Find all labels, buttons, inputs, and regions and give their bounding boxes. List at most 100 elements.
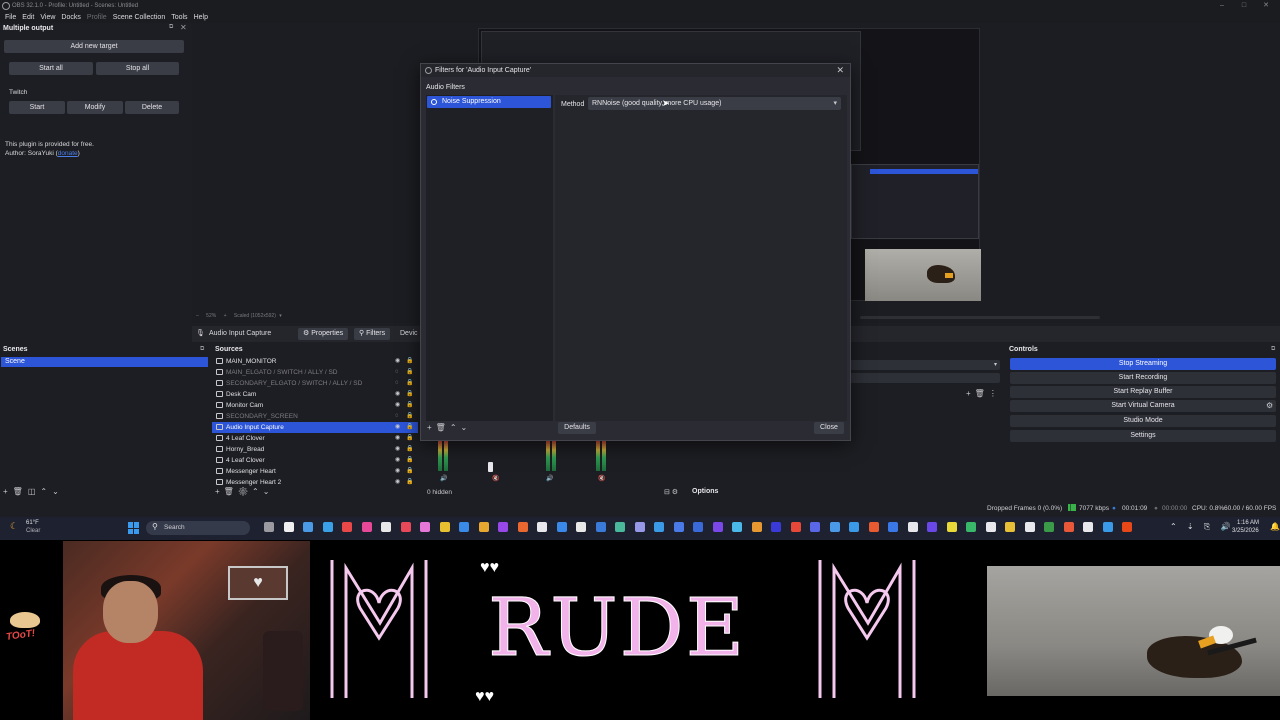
start-recording-button[interactable]: Start Recording (1010, 372, 1276, 384)
taskbar-app-icon[interactable] (1063, 522, 1074, 532)
menu-edit[interactable]: Edit (19, 12, 37, 23)
visibility-eye-icon[interactable]: ◉ (395, 433, 400, 444)
lock-icon[interactable]: 🔒 (406, 455, 413, 466)
float-dock-icon[interactable]: ⧉ (169, 24, 173, 31)
scale-dropdown-icon[interactable]: ▾ (279, 313, 282, 319)
menu-profile[interactable]: Profile (84, 12, 110, 23)
taskbar-app-icon[interactable] (283, 522, 294, 532)
close-window-icon[interactable]: ✕ (1254, 0, 1278, 12)
close-button[interactable]: Close (814, 422, 844, 434)
taskbar-app-icon[interactable] (303, 522, 313, 532)
scaled-label[interactable]: Scaled (1052x592) (234, 313, 276, 319)
target-modify-button[interactable]: Modify (67, 101, 123, 114)
source-row[interactable]: MAIN_ELGATO / SWITCH / ALLY / SD ◌ 🔒 (212, 367, 418, 378)
scenes-float-icon[interactable]: ⧉ (200, 346, 204, 353)
taskbar-app-icon[interactable] (439, 522, 450, 532)
eye-icon[interactable] (431, 99, 437, 105)
dialog-close-icon[interactable]: ✕ (836, 64, 844, 77)
muted-icon[interactable]: 🔇 (492, 475, 499, 482)
scene-down-icon[interactable]: ⌄ (52, 487, 64, 496)
menu-help[interactable]: Help (191, 12, 211, 23)
system-tray[interactable]: ⌃ ⇣ ⎘ 🔊 (1170, 522, 1234, 532)
lock-icon[interactable]: 🔒 (406, 389, 413, 400)
start-virtual-camera-button[interactable]: Start Virtual Camera (1010, 400, 1276, 412)
taskbar-app-icon[interactable] (381, 522, 391, 532)
taskbar-app-icon[interactable] (420, 522, 430, 532)
source-row[interactable]: MAIN_MONITOR ◉ 🔒 (212, 356, 418, 367)
visibility-eye-icon[interactable]: ◌ (395, 378, 399, 389)
lock-icon[interactable]: 🔒 (406, 433, 413, 444)
taskbar-app-icon[interactable] (985, 522, 996, 532)
taskbar-app-icon[interactable] (634, 522, 645, 532)
source-row[interactable]: Monitor Cam ◉ 🔒 (212, 400, 418, 411)
taskbar-app-icon[interactable] (1083, 522, 1093, 532)
source-up-icon[interactable]: ⌃ (252, 487, 263, 496)
stop-streaming-button[interactable]: Stop Streaming (1010, 358, 1276, 370)
taskbar-app-icon[interactable] (868, 522, 879, 532)
taskbar-app-icon[interactable] (771, 522, 781, 532)
studio-mode-button[interactable]: Studio Mode (1010, 415, 1276, 427)
visibility-eye-icon[interactable]: ◌ (395, 367, 399, 378)
visibility-eye-icon[interactable]: ◉ (395, 356, 400, 367)
lock-icon[interactable]: 🔒 (406, 422, 413, 433)
menu-docks[interactable]: Docks (58, 12, 83, 23)
taskbar-app-icon[interactable] (517, 522, 528, 532)
source-properties-icon[interactable]: ⚙ (238, 487, 252, 496)
taskbar-search[interactable]: ⚲ Search (146, 521, 250, 535)
start-all-button[interactable]: Start all (9, 62, 93, 75)
taskbar-app-icon[interactable] (693, 522, 703, 532)
transition-dropdown[interactable]: ▾ (850, 360, 1000, 370)
taskbar-app-icon[interactable] (459, 522, 469, 532)
remove-filter-icon[interactable]: 🗑 (436, 423, 450, 432)
filters-button[interactable]: ⚲ Filters (354, 328, 391, 340)
taskbar-app-icon[interactable] (849, 522, 859, 532)
target-delete-button[interactable]: Delete (125, 101, 179, 114)
lock-icon[interactable]: 🔒 (406, 444, 413, 455)
lock-icon[interactable]: 🔒 (406, 378, 413, 389)
visibility-eye-icon[interactable]: ◉ (395, 444, 400, 455)
taskbar-app-icon[interactable] (751, 522, 762, 532)
stop-all-button[interactable]: Stop all (96, 62, 179, 75)
menu-view[interactable]: View (37, 12, 58, 23)
controls-float-icon[interactable]: ⧉ (1271, 346, 1275, 353)
source-row[interactable]: Messenger Heart ◉ 🔒 (212, 466, 418, 477)
lock-icon[interactable]: 🔒 (406, 400, 413, 411)
lock-icon[interactable]: 🔒 (406, 367, 413, 378)
taskbar-app-icon[interactable] (673, 522, 684, 532)
donate-link[interactable]: donate (58, 150, 78, 157)
menu-tools[interactable]: Tools (168, 12, 190, 23)
transition-toolbar[interactable]: +🗑⋮ (966, 389, 1001, 398)
taskbar-app-icon[interactable] (790, 522, 801, 532)
lock-icon[interactable]: 🔒 (406, 466, 413, 477)
noise-suppression-filter[interactable]: Noise Suppression (427, 96, 551, 108)
taskbar-app-icon[interactable] (537, 522, 547, 532)
taskbar-app-icon[interactable] (342, 522, 352, 532)
source-row[interactable]: Audio Input Capture ◉ 🔒 (212, 422, 418, 433)
add-source-icon[interactable]: + (215, 487, 224, 496)
menu-scene-collection[interactable]: Scene Collection (110, 12, 169, 23)
taskbar-app-icon[interactable] (888, 522, 898, 532)
source-row[interactable]: Desk Cam ◉ 🔒 (212, 389, 418, 400)
speaker-icon-2[interactable]: 🔊 (546, 475, 553, 482)
taskbar-app-icon[interactable] (927, 522, 937, 532)
visibility-eye-icon[interactable]: ◉ (395, 466, 400, 477)
notifications-icon[interactable]: 🔔 (1270, 522, 1280, 531)
visibility-eye-icon[interactable]: ◉ (395, 455, 400, 466)
taskbar-app-icon[interactable] (1024, 522, 1035, 532)
taskbar-app-icon[interactable] (400, 522, 411, 532)
source-down-icon[interactable]: ⌄ (263, 487, 274, 496)
taskbar-app-icon[interactable] (966, 522, 976, 532)
taskbar-app-icon[interactable] (1044, 522, 1054, 532)
add-target-button[interactable]: Add new target (4, 40, 184, 53)
taskbar-app-icon[interactable] (654, 522, 664, 532)
defaults-button[interactable]: Defaults (558, 422, 596, 434)
taskbar-app-icon[interactable] (732, 522, 742, 532)
visibility-eye-icon[interactable]: ◉ (395, 422, 400, 433)
taskbar-app-icon[interactable] (498, 522, 508, 532)
taskbar-app-icon[interactable] (615, 522, 625, 532)
taskbar-app-icon[interactable] (322, 522, 333, 532)
source-row[interactable]: SECONDARY_ELGATO / SWITCH / ALLY / SD ◌ 🔒 (212, 378, 418, 389)
scene-filter-icon[interactable]: ◫ (28, 487, 41, 496)
remove-scene-icon[interactable]: 🗑 (13, 487, 28, 496)
virtual-camera-settings-icon[interactable]: ⚙ (1266, 401, 1273, 410)
